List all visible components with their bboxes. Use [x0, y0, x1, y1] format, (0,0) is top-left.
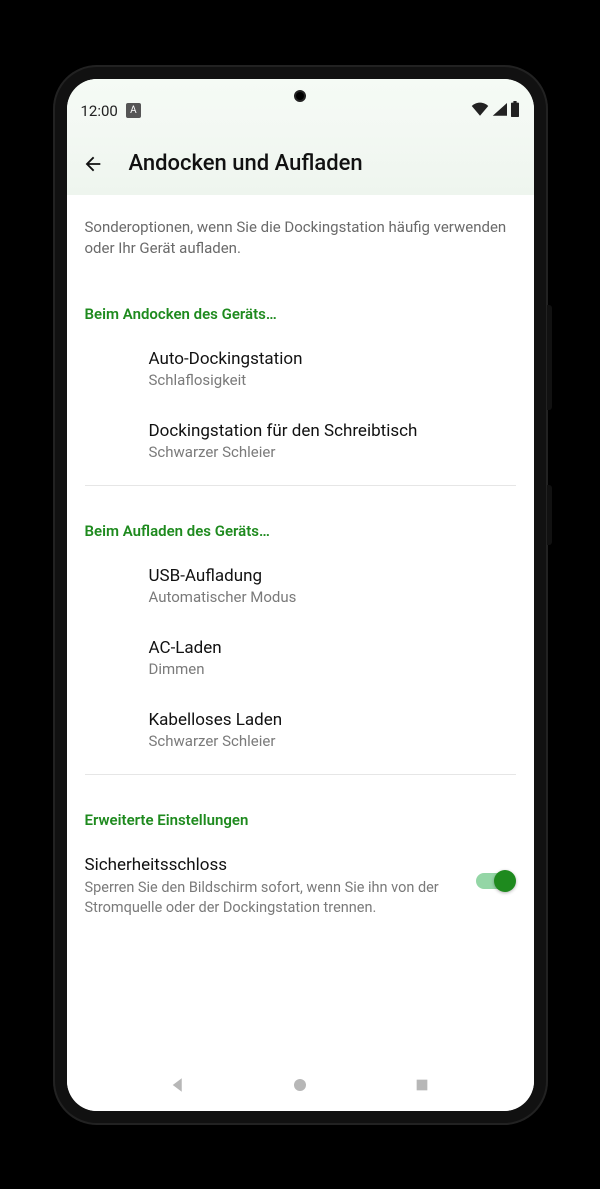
security-lock-toggle[interactable]	[474, 869, 516, 893]
divider	[85, 485, 516, 486]
battery-icon	[510, 101, 520, 121]
pref-sub: Automatischer Modus	[149, 588, 516, 606]
section-header-advanced: Erweiterte Einstellungen	[67, 783, 534, 839]
page-title: Andocken und Aufladen	[129, 151, 363, 176]
nav-home-button[interactable]	[270, 1065, 330, 1105]
pref-title: USB-Aufladung	[149, 566, 516, 586]
app-bar: Andocken und Aufladen	[67, 133, 534, 195]
switch-thumb	[494, 870, 516, 892]
side-button	[547, 485, 552, 545]
pref-sub: Sperren Sie den Bildschirm sofort, wenn …	[85, 878, 458, 919]
wifi-icon	[471, 102, 489, 120]
pref-title: AC-Laden	[149, 638, 516, 658]
pref-sub: Schwarzer Schleier	[149, 732, 516, 750]
screen: 12:00 A Andocken und Aufladen	[67, 79, 534, 1111]
divider	[85, 774, 516, 775]
section-header-docking: Beim Andocken des Geräts…	[67, 277, 534, 333]
pref-sub: Schwarzer Schleier	[149, 443, 516, 461]
pref-auto-dock[interactable]: Auto-Dockingstation Schlaflosigkeit	[67, 333, 534, 405]
back-button[interactable]	[81, 152, 105, 176]
phone-frame: 12:00 A Andocken und Aufladen	[53, 65, 548, 1125]
pref-desk-dock[interactable]: Dockingstation für den Schreibtisch Schw…	[67, 405, 534, 477]
pref-sub: Schlaflosigkeit	[149, 371, 516, 389]
pref-title: Auto-Dockingstation	[149, 349, 516, 369]
status-bar: 12:00 A	[67, 79, 534, 133]
page-subtitle: Sonderoptionen, wenn Sie die Dockingstat…	[67, 195, 534, 277]
front-camera	[294, 90, 306, 102]
pref-ac-charging[interactable]: AC-Laden Dimmen	[67, 622, 534, 694]
status-time: 12:00	[81, 102, 118, 120]
pref-title: Sicherheitsschloss	[85, 855, 458, 875]
side-button	[547, 305, 552, 410]
pref-security-lock[interactable]: Sicherheitsschloss Sperren Sie den Bilds…	[67, 839, 534, 935]
cell-signal-icon	[492, 102, 507, 120]
pref-title: Dockingstation für den Schreibtisch	[149, 421, 516, 441]
section-header-charging: Beim Aufladen des Geräts…	[67, 494, 534, 550]
content[interactable]: Sonderoptionen, wenn Sie die Dockingstat…	[67, 195, 534, 1059]
navigation-bar	[67, 1059, 534, 1111]
status-indicator-icon: A	[126, 103, 141, 118]
pref-usb-charging[interactable]: USB-Aufladung Automatischer Modus	[67, 550, 534, 622]
nav-back-button[interactable]	[148, 1065, 208, 1105]
pref-wireless-charging[interactable]: Kabelloses Laden Schwarzer Schleier	[67, 694, 534, 766]
pref-sub: Dimmen	[149, 660, 516, 678]
pref-title: Kabelloses Laden	[149, 710, 516, 730]
nav-recents-button[interactable]	[392, 1065, 452, 1105]
